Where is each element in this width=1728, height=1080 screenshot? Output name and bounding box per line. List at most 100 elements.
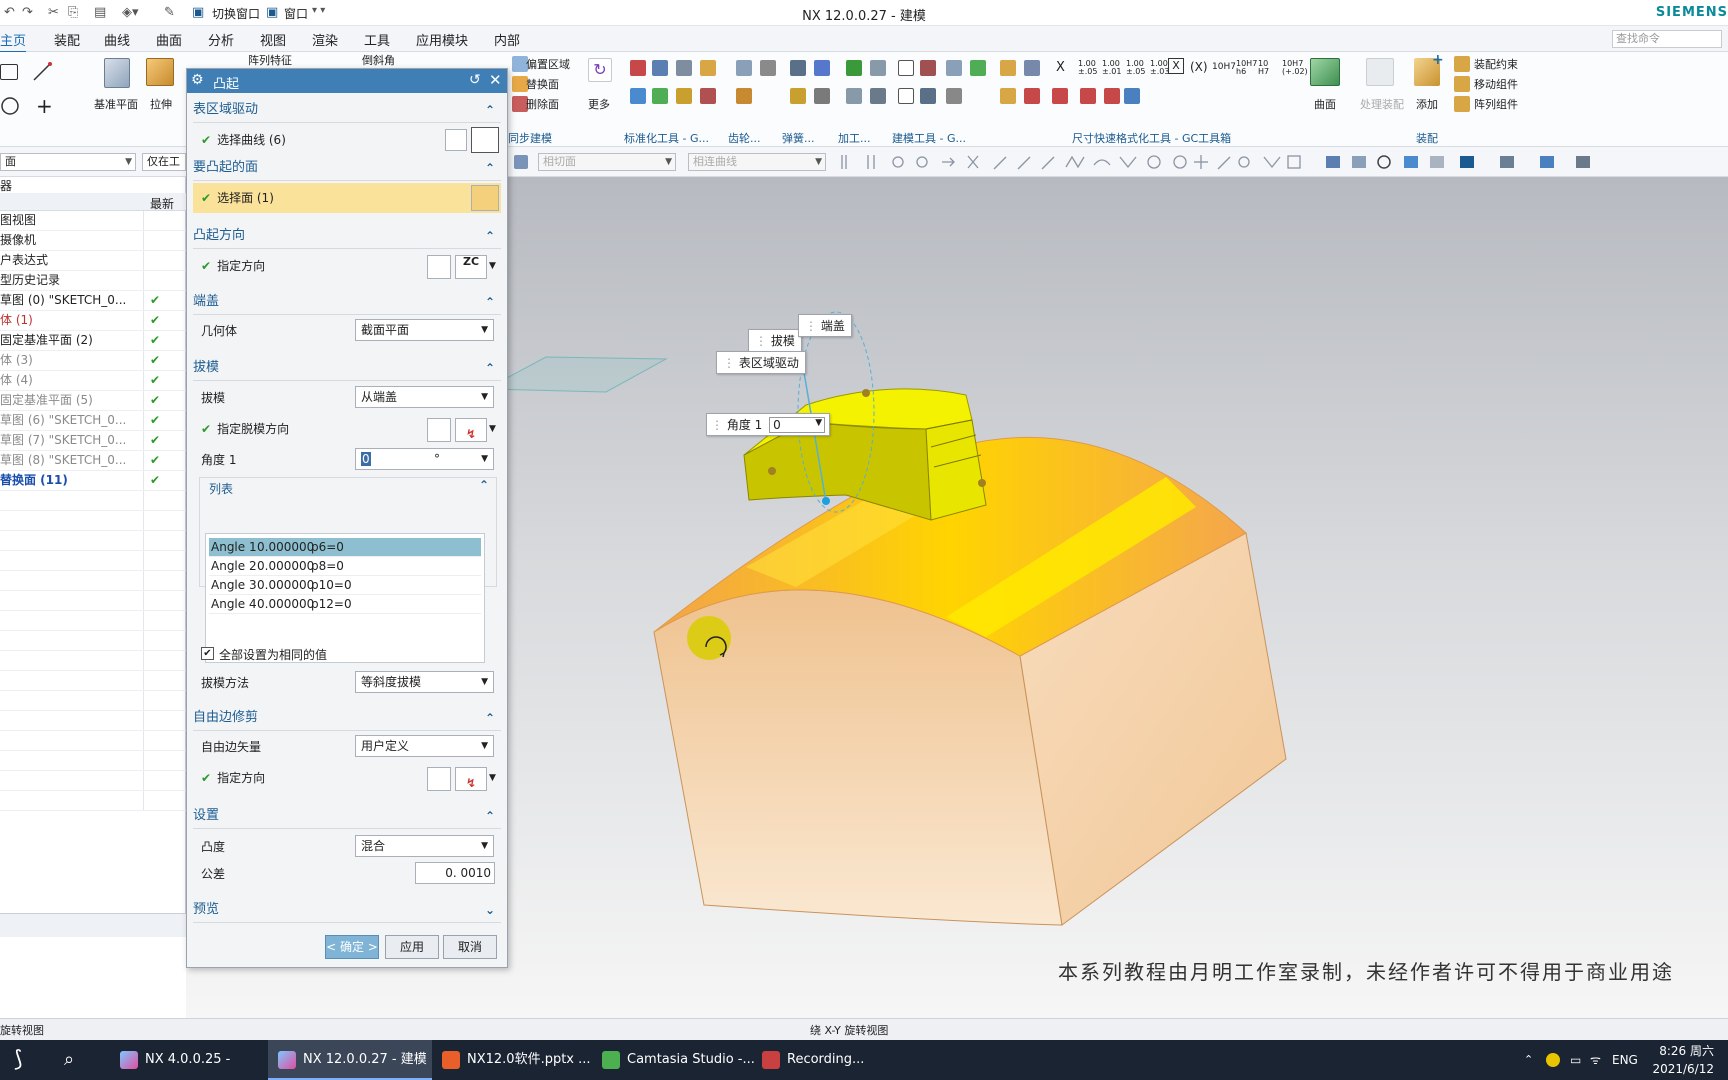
cap-callout[interactable]: ⋮ 端盖 — [798, 314, 852, 337]
section-region-drive[interactable]: 表区域驱动 ⌃ — [193, 97, 501, 123]
tab-curve[interactable]: 曲线 — [104, 30, 130, 49]
tab-home[interactable]: 主页 — [0, 30, 27, 53]
section-draft[interactable]: 拔模 ⌃ — [193, 355, 501, 381]
modeling-tool-icon[interactable] — [920, 88, 936, 104]
section-cap[interactable]: 端盖 ⌃ — [193, 289, 501, 315]
gear-tool-icon[interactable] — [760, 60, 776, 76]
snap-point-icons[interactable] — [836, 153, 1596, 171]
tool-icon[interactable] — [1000, 60, 1016, 76]
more-icon[interactable]: ↻ — [588, 58, 612, 82]
dimension-tool-icon[interactable] — [1052, 88, 1068, 104]
process-assembly-icon[interactable] — [1366, 58, 1394, 86]
angle-callout-input[interactable]: 0 ▼ — [769, 417, 826, 433]
navigator-row[interactable]: 草图 (8) "SKETCH_0... ✔ — [0, 451, 186, 471]
group-dimension-format[interactable]: 尺寸快速格式化工具 - GC工具箱 — [1072, 130, 1231, 146]
draw-direction-row[interactable]: ✔ 指定脱模方向 ↯ ▼ — [193, 414, 501, 444]
dimension-tool-icon[interactable] — [1024, 88, 1040, 104]
move-component-icon[interactable] — [1454, 76, 1470, 92]
convexity-select[interactable]: 混合 ▼ — [355, 835, 494, 857]
circle-icon[interactable] — [0, 96, 20, 116]
chevron-up-icon[interactable]: ⌃ — [479, 478, 489, 492]
tab-assembly[interactable]: 装配 — [54, 30, 80, 49]
free-edge-vector-select[interactable]: 用户定义 ▼ — [355, 735, 494, 757]
clock-date[interactable]: 2021/6/12 — [1646, 1060, 1714, 1078]
gc-tool-icon[interactable] — [630, 60, 646, 76]
fit-tolerance-button[interactable]: 10H7 — [1212, 62, 1236, 72]
fit-tolerance-icon[interactable]: 10 H7 — [1258, 60, 1269, 76]
tab-internal[interactable]: 内部 — [494, 30, 520, 49]
list-row[interactable]: Angle 1 0.000000 p6=0 — [209, 538, 481, 557]
surface-icon[interactable] — [1310, 58, 1340, 86]
navigator-row[interactable]: 草图 (0) "SKETCH_0... ✔ — [0, 291, 186, 311]
start-icon[interactable]: ⟆ — [14, 1040, 23, 1080]
select-curve-row[interactable]: ✔ 选择曲线 (6) — [193, 125, 501, 155]
navigator-row[interactable]: 摄像机 — [0, 231, 186, 251]
navigator-row[interactable]: 草图 (6) "SKETCH_0... ✔ — [0, 411, 186, 431]
machining-tool-icon[interactable] — [870, 88, 886, 104]
group-standard-tools[interactable]: 标准化工具 - G... — [624, 130, 709, 146]
navigator-row[interactable]: 替换面 (11) ✔ — [0, 471, 186, 491]
gear-tool-icon[interactable] — [736, 60, 752, 76]
more-button[interactable]: 更多 — [588, 96, 610, 112]
group-modeling-tools[interactable]: 建模工具 - G... — [892, 130, 966, 146]
extrude-label[interactable]: 拉伸 — [150, 96, 172, 112]
taskbar-item-pptx[interactable]: NX12.0软件.pptx ... — [436, 1040, 591, 1080]
dimension-tool-icon[interactable] — [1104, 88, 1120, 104]
datum-plane-label[interactable]: 基准平面 — [94, 96, 138, 112]
input-language[interactable]: ENG — [1612, 1040, 1638, 1080]
assembly-constraint-icon[interactable] — [1454, 56, 1470, 72]
dimension-tool-icon[interactable] — [1024, 60, 1040, 76]
tab-tools[interactable]: 工具 — [364, 30, 390, 49]
list-row[interactable]: Angle 4 0.000000 p12=0 — [209, 595, 481, 614]
chevron-down-icon[interactable]: ▼ — [489, 414, 496, 444]
select-face-icon[interactable] — [471, 185, 499, 211]
modeling-tool-icon[interactable] — [898, 60, 914, 76]
type-filter-select[interactable]: 面 ▼ — [0, 153, 136, 171]
modeling-tool-icon[interactable] — [946, 60, 962, 76]
tab-analysis[interactable]: 分析 — [208, 30, 234, 49]
taskbar-item-nx12[interactable]: NX 12.0.0.27 - 建模 — [268, 1040, 432, 1080]
offset-region-button[interactable]: 偏置区域 — [526, 56, 570, 72]
face-rule-select[interactable]: 相切面 ▼ — [538, 153, 676, 171]
select-curve-icon[interactable] — [471, 127, 499, 153]
modeling-tool-icon[interactable] — [898, 88, 914, 104]
navigator-row[interactable]: 固定基准平面 (5) ✔ — [0, 391, 186, 411]
select-face-row[interactable]: ✔ 选择面 (1) — [193, 183, 501, 213]
close-icon[interactable]: ✕ — [489, 71, 502, 89]
dimension-tool-icon[interactable] — [1080, 88, 1096, 104]
dimension-tolerance-icon[interactable]: 1.00 ±.01 — [1102, 60, 1121, 76]
machining-tool-icon[interactable] — [870, 60, 886, 76]
group-assembly[interactable]: 装配 — [1416, 130, 1438, 146]
dimension-tolerance-icon[interactable]: 1.00 ±.03 — [1150, 60, 1169, 76]
list-row[interactable]: Angle 2 0.000000 p8=0 — [209, 557, 481, 576]
section-preview[interactable]: 预览 ⌄ — [193, 897, 501, 923]
section-face[interactable]: 要凸起的面 ⌃ — [193, 155, 501, 181]
cancel-button[interactable]: 取消 — [443, 935, 497, 959]
move-component-button[interactable]: 移动组件 — [1474, 76, 1518, 92]
assembly-constraint-button[interactable]: 装配约束 — [1474, 56, 1518, 72]
tab-render[interactable]: 渲染 — [312, 30, 338, 49]
group-spring[interactable]: 弹簧... — [782, 130, 815, 146]
chevron-down-icon[interactable]: ▼ — [489, 763, 496, 793]
gc-tool-icon[interactable] — [630, 88, 646, 104]
section-free-edge[interactable]: 自由边修剪 ⌃ — [193, 705, 501, 731]
command-search-input[interactable]: 查找命令 — [1612, 30, 1722, 48]
pattern-component-button[interactable]: 阵列组件 — [1474, 96, 1518, 112]
handle-point[interactable] — [822, 497, 830, 505]
navigator-row[interactable]: 草图 (7) "SKETCH_0... ✔ — [0, 431, 186, 451]
dimension-tolerance-icon[interactable]: 1.00 ±.05 — [1126, 60, 1145, 76]
machining-tool-icon[interactable] — [846, 60, 862, 76]
list-row[interactable]: Angle 3 0.000000 p10=0 — [209, 576, 481, 595]
handle-point[interactable] — [978, 479, 986, 487]
apply-button[interactable]: 应用 — [385, 935, 439, 959]
navigator-row[interactable]: 户表达式 — [0, 251, 186, 271]
gc-tool-icon[interactable] — [676, 88, 692, 104]
navigator-row[interactable]: 体 (3) ✔ — [0, 351, 186, 371]
navigator-row[interactable]: 体 (1) ✔ — [0, 311, 186, 331]
modeling-tool-icon[interactable] — [946, 88, 962, 104]
gear-tool-icon[interactable] — [736, 88, 752, 104]
gc-tool-icon[interactable] — [700, 60, 716, 76]
specify-direction-row[interactable]: ✔ 指定方向 ZC ▼ — [193, 251, 501, 281]
taskbar-item-nx4[interactable]: NX 4.0.0.25 - — [110, 1040, 262, 1080]
battery-icon[interactable]: ▭ — [1570, 1040, 1581, 1080]
